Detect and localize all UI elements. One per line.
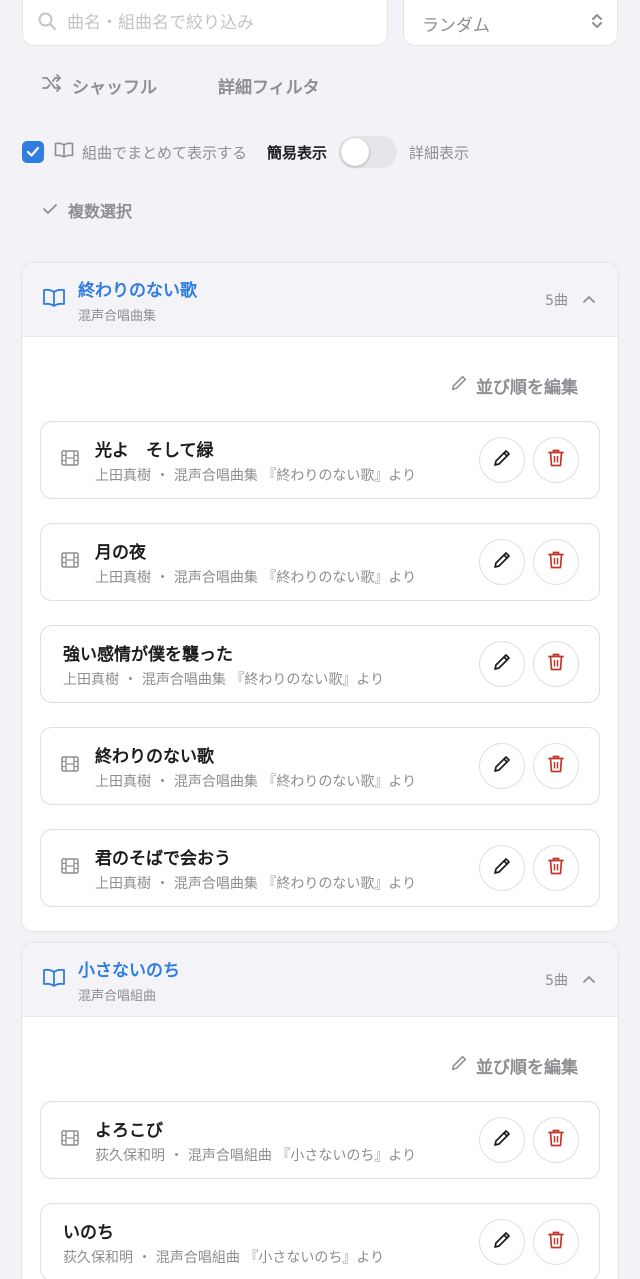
song-item[interactable]: 強い感情が僕を襲った上田真樹 ・ 混声合唱曲集 『終わりのない歌』より xyxy=(40,625,600,703)
delete-song-button[interactable] xyxy=(533,539,579,585)
pencil-icon xyxy=(492,1230,512,1254)
edit-order-label: 並び順を編集 xyxy=(476,377,578,398)
edit-song-button[interactable] xyxy=(479,1117,525,1163)
detail-filter-label: 詳細フィルタ xyxy=(218,77,320,98)
song-meta: 上田真樹 ・ 混声合唱曲集 『終わりのない歌』より xyxy=(63,671,385,688)
multi-select-label: 複数選択 xyxy=(68,202,133,221)
edit-song-button[interactable] xyxy=(479,437,525,483)
chevron-up-icon[interactable] xyxy=(582,972,596,988)
view-mode-toggle[interactable] xyxy=(339,136,398,168)
film-icon xyxy=(61,1130,79,1150)
song-meta: 上田真樹 ・ 混声合唱曲集 『終わりのない歌』より xyxy=(95,569,417,586)
display-options: 組曲でまとめて表示する 簡易表示 詳細表示 xyxy=(22,134,622,170)
chevron-up-down-icon xyxy=(591,12,603,35)
pencil-icon xyxy=(492,754,512,778)
suite-subtitle: 混声合唱組曲 xyxy=(78,988,157,1004)
delete-song-button[interactable] xyxy=(533,641,579,687)
suite-title: 終わりのない歌 xyxy=(78,280,197,301)
shuffle-icon xyxy=(42,73,62,97)
song-title: 光よ そして緑 xyxy=(95,440,214,461)
song-meta: 上田真樹 ・ 混声合唱曲集 『終わりのない歌』より xyxy=(95,467,417,484)
detail-view-label: 詳細表示 xyxy=(409,143,470,162)
suite-title: 小さないのち xyxy=(78,960,180,981)
delete-song-button[interactable] xyxy=(533,1117,579,1163)
shuffle-label: シャッフル xyxy=(72,77,157,98)
delete-song-button[interactable] xyxy=(533,743,579,789)
edit-order-button[interactable]: 並び順を編集 xyxy=(22,337,618,405)
simple-view-label: 簡易表示 xyxy=(267,143,328,162)
edit-song-button[interactable] xyxy=(479,641,525,687)
pencil-icon xyxy=(450,1054,468,1077)
song-title: 終わりのない歌 xyxy=(95,746,214,767)
pencil-icon xyxy=(492,856,512,880)
song-title: 強い感情が僕を襲った xyxy=(63,644,233,665)
song-title: いのち xyxy=(63,1222,114,1243)
sort-selected-value: ランダム xyxy=(422,15,490,36)
shuffle-button[interactable]: シャッフル xyxy=(42,68,157,102)
detail-filter-button[interactable]: 詳細フィルタ xyxy=(218,68,320,102)
song-meta: 上田真樹 ・ 混声合唱曲集 『終わりのない歌』より xyxy=(95,875,417,892)
chevron-up-icon[interactable] xyxy=(582,292,596,308)
search-icon xyxy=(37,0,57,35)
trash-icon xyxy=(547,448,565,472)
song-item[interactable]: 光よ そして緑上田真樹 ・ 混声合唱曲集 『終わりのない歌』より xyxy=(40,421,600,499)
song-count: 5曲 xyxy=(545,972,568,989)
song-list: よろこび 荻久保和明 ・ 混声合唱組曲 『小さないのち』より いのち 荻久保和明 ・ … xyxy=(22,1085,618,1279)
edit-song-button[interactable] xyxy=(479,845,525,891)
film-icon xyxy=(61,756,79,776)
search-input[interactable] xyxy=(67,1,367,33)
search-box[interactable] xyxy=(22,0,388,46)
suite-section: 小さないのち混声合唱組曲 5曲並び順を編集よろこび荻久保和明 ・ 混声合唱組曲 『… xyxy=(21,942,619,1279)
trash-icon xyxy=(547,1128,565,1152)
song-meta: 荻久保和明 ・ 混声合唱組曲 『小さないのち』より xyxy=(95,1147,417,1164)
song-item[interactable]: 終わりのない歌上田真樹 ・ 混声合唱曲集 『終わりのない歌』より xyxy=(40,727,600,805)
song-list: 光よ そして緑 上田真樹 ・ 混声合唱曲集 『終わりのない歌』より 月の夜 上田真樹 … xyxy=(22,405,618,907)
delete-song-button[interactable] xyxy=(533,845,579,891)
film-icon xyxy=(61,858,79,878)
film-icon xyxy=(61,450,79,470)
song-count: 5曲 xyxy=(545,292,568,309)
pencil-icon xyxy=(492,1128,512,1152)
song-item[interactable]: 君のそばで会おう上田真樹 ・ 混声合唱曲集 『終わりのない歌』より xyxy=(40,829,600,907)
edit-order-button[interactable]: 並び順を編集 xyxy=(22,1017,618,1085)
trash-icon xyxy=(547,652,565,676)
edit-song-button[interactable] xyxy=(479,539,525,585)
film-icon xyxy=(61,552,79,572)
group-by-suite-label: 組曲でまとめて表示する xyxy=(82,143,248,162)
suite-header[interactable]: 終わりのない歌混声合唱曲集 5曲 xyxy=(22,263,618,337)
book-icon xyxy=(42,288,66,312)
song-title: 月の夜 xyxy=(95,542,146,563)
group-by-suite-checkbox[interactable] xyxy=(22,141,44,163)
edit-song-button[interactable] xyxy=(479,743,525,789)
edit-song-button[interactable] xyxy=(479,1219,525,1265)
song-title: よろこび xyxy=(95,1120,163,1141)
trash-icon xyxy=(547,550,565,574)
song-item[interactable]: よろこび荻久保和明 ・ 混声合唱組曲 『小さないのち』より xyxy=(40,1101,600,1179)
suite-section: 終わりのない歌 混声合唱曲集 5曲 並び順を編集 光よ そして緑 上田真樹 ・ 混声合唱曲… xyxy=(21,262,619,932)
checkmark-icon xyxy=(42,201,58,220)
suite-header[interactable]: 小さないのち混声合唱組曲 5曲 xyxy=(22,943,618,1017)
trash-icon xyxy=(547,754,565,778)
delete-song-button[interactable] xyxy=(533,1219,579,1265)
pencil-icon xyxy=(492,448,512,472)
song-item[interactable]: 月の夜上田真樹 ・ 混声合唱曲集 『終わりのない歌』より xyxy=(40,523,600,601)
song-meta: 上田真樹 ・ 混声合唱曲集 『終わりのない歌』より xyxy=(95,773,417,790)
song-title: 君のそばで会おう xyxy=(95,848,231,869)
toggle-knob xyxy=(341,138,370,166)
song-item[interactable]: いのち荻久保和明 ・ 混声合唱組曲 『小さないのち』より xyxy=(40,1203,600,1279)
song-meta: 荻久保和明 ・ 混声合唱組曲 『小さないのち』より xyxy=(63,1249,385,1266)
multi-select-button[interactable]: 複数選択 xyxy=(42,198,132,222)
delete-song-button[interactable] xyxy=(533,437,579,483)
suite-subtitle: 混声合唱曲集 xyxy=(78,308,157,324)
pencil-icon xyxy=(492,550,512,574)
trash-icon xyxy=(547,1230,565,1254)
edit-order-label: 並び順を編集 xyxy=(476,1057,578,1078)
pencil-icon xyxy=(450,374,468,397)
sort-select[interactable]: ランダム xyxy=(403,0,618,46)
trash-icon xyxy=(547,856,565,880)
pencil-icon xyxy=(492,652,512,676)
book-icon xyxy=(42,968,66,992)
book-icon xyxy=(54,142,74,162)
